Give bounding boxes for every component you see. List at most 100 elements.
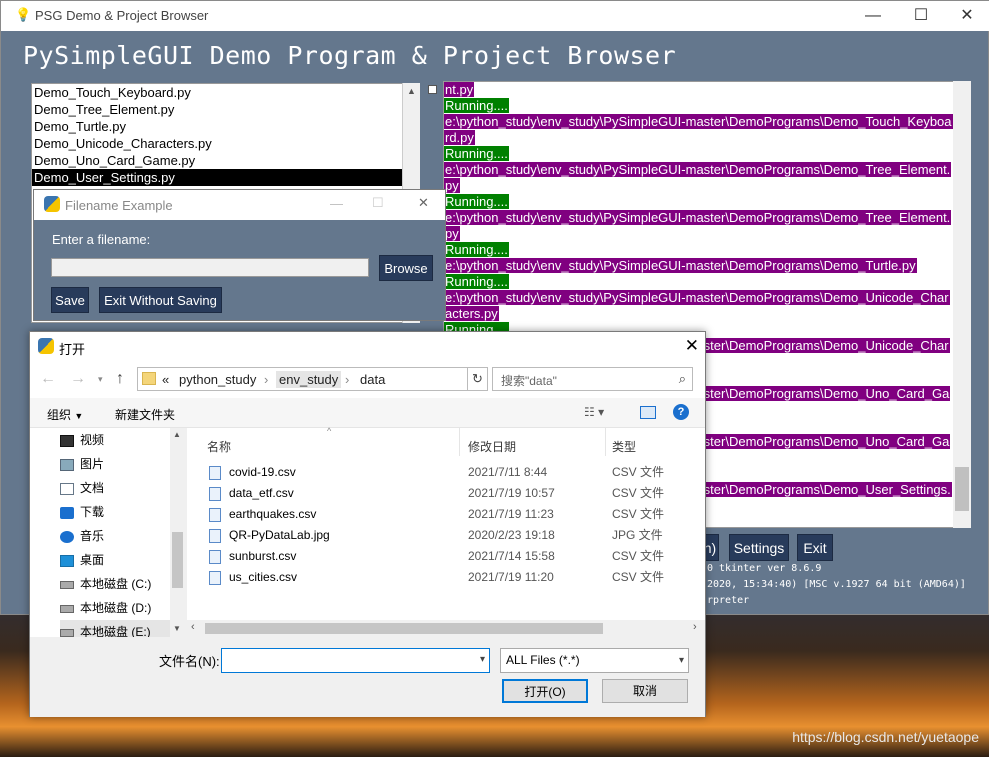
sidebar-item[interactable]: 本地磁盘 (D:) <box>60 596 180 620</box>
sidebar-item[interactable]: 文档 <box>60 476 180 500</box>
file-row[interactable]: QR-PyDataLab.jpg 2020/2/23 19:18 JPG 文件 <box>209 525 689 546</box>
file-list-item[interactable]: Demo_Uno_Card_Game.py <box>32 152 419 169</box>
sidebar-item[interactable]: 下载 <box>60 500 180 524</box>
hscroll-thumb[interactable] <box>205 623 603 634</box>
file-date: 2021/7/19 11:23 <box>468 507 554 521</box>
cancel-button[interactable]: 取消 <box>602 679 688 703</box>
output-line: e:\python_study\env_study\PySimpleGUI-ma… <box>444 162 970 178</box>
dialog-filename-input[interactable]: ▾ <box>221 648 490 673</box>
chevron-down-icon[interactable]: ▾ <box>480 654 485 665</box>
breadcrumb-python-study[interactable]: python_study <box>179 372 256 387</box>
file-row[interactable]: us_cities.csv 2021/7/19 11:20 CSV 文件 <box>209 567 689 588</box>
sidebar-item[interactable]: 图片 <box>60 452 180 476</box>
maximize-icon[interactable]: ☐ <box>898 1 944 31</box>
file-view-hscrollbar[interactable]: ‹ › <box>187 620 705 637</box>
forward-icon[interactable]: → <box>70 370 86 388</box>
main-titlebar[interactable]: 💡 PSG Demo & Project Browser — ☐ ✕ <box>1 1 989 31</box>
chevron-right-icon[interactable]: › <box>264 372 268 387</box>
sidebar-item[interactable]: 桌面 <box>60 548 180 572</box>
browse-button[interactable]: Browse <box>379 255 433 281</box>
folder-icon <box>142 372 156 385</box>
organize-menu[interactable]: 组织 ▼ <box>47 406 83 423</box>
back-icon[interactable]: ← <box>40 370 56 388</box>
drive-icon <box>60 628 74 637</box>
sidebar-item[interactable]: 音乐 <box>60 524 180 548</box>
open-button[interactable]: 打开(O) <box>502 679 588 703</box>
output-text: e:\python_study\env_study\PySimpleGUI-ma… <box>444 162 952 177</box>
address-bar[interactable]: « python_study › env_study › data ▾ ↻ <box>137 367 558 391</box>
file-row[interactable]: sunburst.csv 2021/7/14 15:58 CSV 文件 <box>209 546 689 567</box>
output-text: nt.py <box>444 82 475 97</box>
scroll-up-icon[interactable]: ▲ <box>403 83 420 100</box>
output-line: py <box>444 178 970 194</box>
minimize-icon[interactable]: — <box>850 1 896 31</box>
music-icon <box>60 530 74 543</box>
column-divider[interactable] <box>459 428 460 456</box>
sidebar-item[interactable]: 视频 <box>60 428 180 452</box>
sidebar-item-label: 音乐 <box>80 529 105 543</box>
minimize-icon[interactable]: — <box>330 196 343 211</box>
output-scroll-thumb[interactable] <box>955 467 969 511</box>
column-header-date[interactable]: 修改日期 <box>468 438 516 455</box>
file-type: CSV 文件 <box>612 570 665 584</box>
save-button[interactable]: Save <box>51 287 89 313</box>
version-line: 0 tkinter ver 8.6.9 <box>707 563 822 574</box>
file-row[interactable]: data_etf.csv 2021/7/19 10:57 CSV 文件 <box>209 483 689 504</box>
history-dropdown-icon[interactable]: ▾ <box>98 374 103 385</box>
navigation-scrollbar[interactable]: ▲ ▼ <box>170 428 185 637</box>
search-input[interactable]: 搜索"data" ⌕ <box>492 367 693 391</box>
filename-input[interactable] <box>51 258 369 277</box>
breadcrumb-env-study[interactable]: env_study <box>276 371 342 388</box>
search-placeholder: 搜索"data" <box>501 374 557 388</box>
file-type: CSV 文件 <box>612 549 665 563</box>
file-row[interactable]: covid-19.csv 2021/7/11 8:44 CSV 文件 <box>209 462 689 483</box>
file-list-item[interactable]: Demo_Touch_Keyboard.py <box>32 84 419 101</box>
file-row[interactable]: earthquakes.csv 2021/7/19 11:23 CSV 文件 <box>209 504 689 525</box>
new-folder-button[interactable]: 新建文件夹 <box>115 406 175 423</box>
file-list-item[interactable]: Demo_Tree_Element.py <box>32 101 419 118</box>
output-text: Running.... <box>444 242 509 257</box>
view-menu-icon[interactable]: ☷ ▾ <box>584 405 604 419</box>
video-icon <box>60 434 74 447</box>
file-date: 2021/7/19 10:57 <box>468 486 555 500</box>
filename-prompt: Enter a filename: <box>52 232 151 247</box>
settings-button[interactable]: Settings <box>729 534 789 561</box>
file-name: QR-PyDataLab.jpg <box>229 528 330 542</box>
breadcrumb-data[interactable]: data <box>360 372 385 387</box>
help-icon[interactable]: ? <box>673 404 689 420</box>
maximize-icon[interactable]: ☐ <box>372 195 384 211</box>
file-list-item[interactable]: Demo_Unicode_Characters.py <box>32 135 419 152</box>
filename-titlebar[interactable]: Filename Example — ☐ ✕ <box>34 190 445 220</box>
up-icon[interactable]: ↑ <box>116 370 124 388</box>
output-line: rd.py <box>444 130 970 146</box>
option-checkbox[interactable] <box>428 85 437 94</box>
preview-pane-icon[interactable] <box>640 406 656 419</box>
close-icon[interactable]: ✕ <box>944 1 989 31</box>
exit-without-saving-button[interactable]: Exit Without Saving <box>99 287 222 313</box>
file-view: ^ 名称 修改日期 类型 covid-19.csv 2021/7/11 8:44 C… <box>187 426 705 624</box>
sidebar-item[interactable]: 本地磁盘 (C:) <box>60 572 180 596</box>
close-icon[interactable]: ✕ <box>418 195 429 211</box>
scroll-up-icon[interactable]: ▲ <box>173 430 181 439</box>
scroll-down-icon[interactable]: ▼ <box>173 624 181 633</box>
version-line: rpreter <box>707 595 750 606</box>
close-icon[interactable]: ✕ <box>685 336 699 356</box>
exit-button[interactable]: Exit <box>797 534 833 561</box>
breadcrumb-overflow[interactable]: « <box>162 372 169 387</box>
column-header-name[interactable]: 名称 <box>207 438 231 455</box>
dialog-toolbar: 组织 ▼ 新建文件夹 ☷ ▾ ? <box>30 398 705 428</box>
refresh-icon[interactable]: ↻ <box>467 368 487 390</box>
scroll-right-icon[interactable]: › <box>693 621 697 633</box>
file-type-filter[interactable]: ALL Files (*.*) ▾ <box>500 648 689 673</box>
column-header-type[interactable]: 类型 <box>612 438 636 455</box>
column-divider[interactable] <box>605 428 606 456</box>
dialog-titlebar[interactable]: 打开 ✕ <box>30 332 705 362</box>
scroll-left-icon[interactable]: ‹ <box>191 621 195 633</box>
sidebar-item-label: 本地磁盘 (D:) <box>80 601 152 615</box>
chevron-down-icon[interactable]: ▾ <box>679 649 684 672</box>
file-list-item[interactable]: Demo_User_Settings.py <box>32 169 419 186</box>
output-scrollbar[interactable] <box>953 81 971 528</box>
chevron-right-icon[interactable]: › <box>345 372 349 387</box>
file-list-item[interactable]: Demo_Turtle.py <box>32 118 419 135</box>
navigation-scroll-thumb[interactable] <box>172 532 183 588</box>
